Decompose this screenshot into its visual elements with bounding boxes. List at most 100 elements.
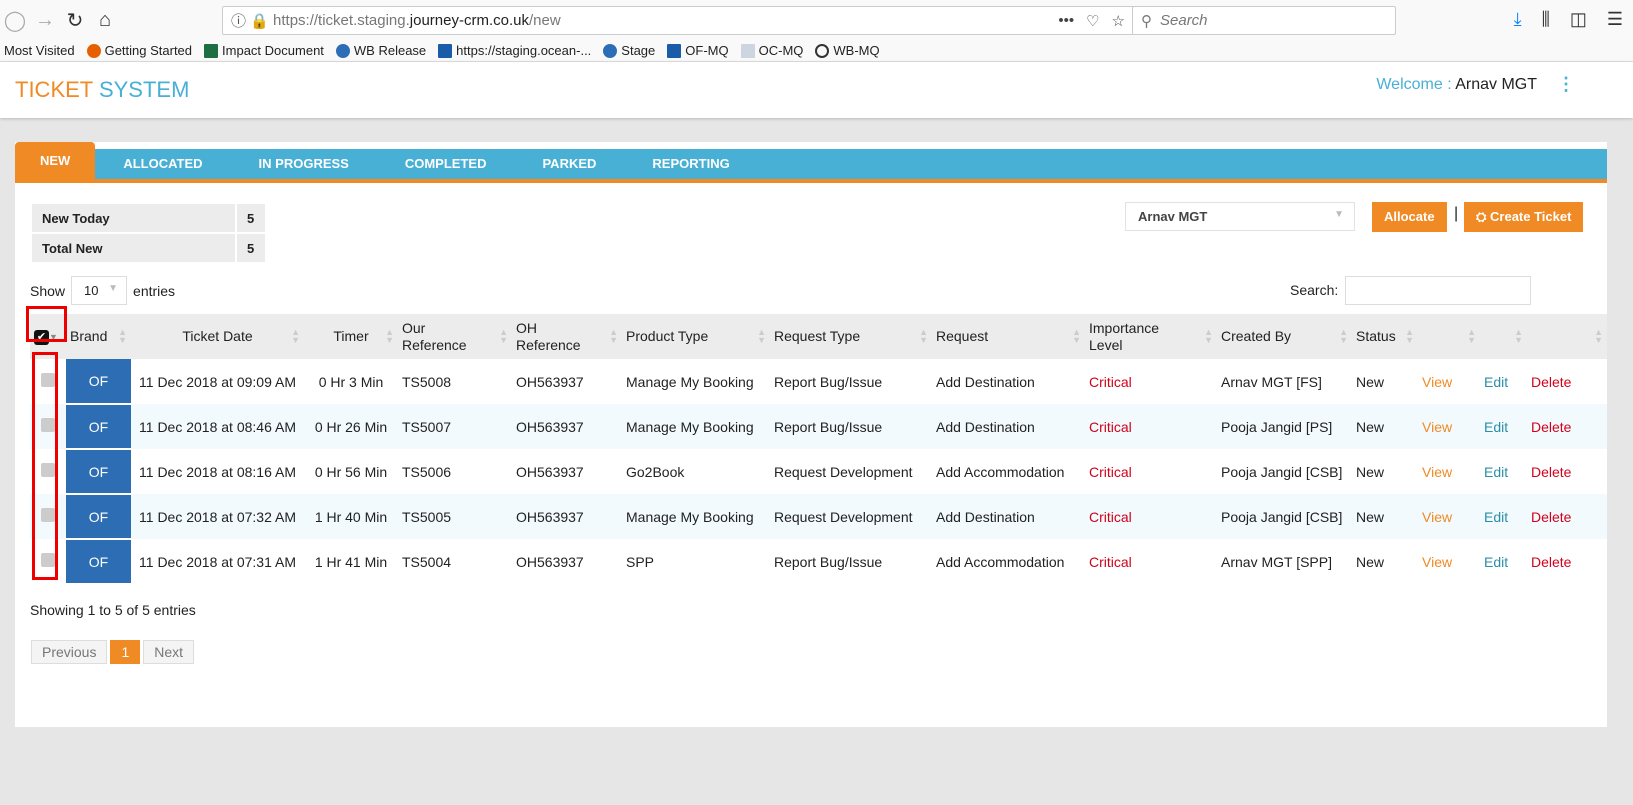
menu-icon[interactable]: ☰ bbox=[1607, 9, 1623, 30]
edit-link[interactable]: Edit bbox=[1480, 404, 1527, 449]
forward-icon[interactable]: → bbox=[30, 9, 60, 32]
kebab-menu-icon[interactable]: ⋮ bbox=[1557, 74, 1575, 95]
sort-icon: ▲ ▼ bbox=[757, 327, 766, 345]
back-icon[interactable]: ◯ bbox=[0, 8, 30, 33]
col-request[interactable]: Request ▲ ▼ bbox=[932, 314, 1085, 359]
edit-link[interactable]: Edit bbox=[1480, 449, 1527, 494]
bookmark[interactable]: OC-MQ bbox=[740, 43, 803, 58]
view-link[interactable]: View bbox=[1418, 359, 1480, 404]
edit-link[interactable]: Edit bbox=[1480, 494, 1527, 539]
allocate-button[interactable]: Allocate bbox=[1372, 202, 1447, 232]
delete-link[interactable]: Delete bbox=[1527, 494, 1607, 539]
sidebar-icon[interactable]: ◫ bbox=[1570, 9, 1587, 30]
col-product-type[interactable]: Product Type ▲ ▼ bbox=[622, 314, 770, 359]
our-reference: TS5004 bbox=[402, 553, 452, 570]
view-link[interactable]: View bbox=[1418, 404, 1480, 449]
col-brand[interactable]: Brand ▲ ▼ bbox=[66, 314, 131, 359]
col-label: Product Type bbox=[626, 328, 709, 344]
col-created-by[interactable]: Created By ▲ ▼ bbox=[1217, 314, 1352, 359]
col-timer[interactable]: Timer ▲ ▼ bbox=[304, 314, 398, 359]
oh-reference: OH563937 bbox=[512, 404, 622, 449]
bookmark[interactable]: Stage bbox=[603, 43, 655, 58]
request: Add Accommodation bbox=[936, 463, 1065, 480]
timer: 1 Hr 40 Min bbox=[304, 494, 398, 539]
view-link[interactable]: View bbox=[1418, 539, 1480, 584]
col-oh-reference[interactable]: OH Reference ▲ ▼ bbox=[512, 314, 622, 359]
importance: Critical bbox=[1089, 553, 1132, 570]
view-link[interactable]: View bbox=[1418, 449, 1480, 494]
status: New bbox=[1352, 494, 1418, 539]
col-ticket-date[interactable]: Ticket Date ▲ ▼ bbox=[131, 314, 304, 359]
info-icon[interactable]: ⓘ bbox=[231, 10, 250, 31]
bookmark[interactable]: Impact Document bbox=[204, 43, 324, 58]
create-ticket-label: Create Ticket bbox=[1490, 209, 1572, 224]
logo[interactable]: TICKET SYSTEM bbox=[15, 77, 189, 103]
tab-completed[interactable]: COMPLETED bbox=[377, 149, 515, 179]
tab-new[interactable]: NEW bbox=[15, 142, 96, 179]
globe-icon bbox=[815, 43, 830, 58]
timer: 1 Hr 41 Min bbox=[314, 553, 388, 570]
create-ticket-button[interactable]: ⛭ Create Ticket bbox=[1464, 202, 1584, 232]
oh-reference: OH563937 bbox=[516, 553, 584, 570]
col-request-type[interactable]: Request Type ▲ ▼ bbox=[770, 314, 932, 359]
highlight-row-checkboxes bbox=[32, 352, 58, 580]
edit-link[interactable]: Edit bbox=[1480, 539, 1527, 584]
tab-reporting[interactable]: REPORTING bbox=[624, 149, 757, 179]
next-button[interactable]: Next bbox=[143, 640, 195, 664]
star-icon[interactable]: ☆ bbox=[1112, 12, 1125, 30]
sort-icon: ▲ ▼ bbox=[609, 327, 618, 345]
table-search-input[interactable] bbox=[1345, 276, 1531, 305]
oh-reference: OH563937 bbox=[516, 373, 584, 390]
reload-icon[interactable]: ↻ bbox=[60, 8, 90, 33]
bookmark[interactable]: WB Release bbox=[335, 43, 427, 58]
page-length-select[interactable]: 10 ▼ bbox=[71, 276, 128, 305]
home-icon[interactable]: ⌂ bbox=[90, 9, 120, 32]
sort-icon: ▲ ▼ bbox=[499, 327, 508, 345]
tab-allocated[interactable]: ALLOCATED bbox=[95, 149, 230, 179]
col-our-reference[interactable]: Our Reference ▲ ▼ bbox=[398, 314, 512, 359]
bookmark-label: Stage bbox=[621, 43, 656, 58]
bookmark[interactable]: WB-MQ bbox=[815, 43, 880, 58]
assignee-select[interactable]: Arnav MGT ▼ bbox=[1125, 202, 1355, 231]
sort-icon: ▲ ▼ bbox=[385, 327, 394, 345]
tab-parked[interactable]: PARKED bbox=[514, 149, 624, 179]
delete-link[interactable]: Delete bbox=[1527, 539, 1607, 584]
view-link[interactable]: View bbox=[1418, 494, 1480, 539]
url-domain: journey-crm.co.uk bbox=[409, 12, 529, 29]
brand: OF bbox=[66, 449, 131, 495]
url-path: /new bbox=[528, 12, 561, 29]
created-by: Pooja Jangid [CSB] bbox=[1221, 463, 1343, 480]
logo-text: SYSTEM bbox=[98, 77, 190, 102]
browser-search[interactable]: ⚲ Search bbox=[1132, 6, 1396, 35]
delete-link[interactable]: Delete bbox=[1527, 449, 1607, 494]
download-icon[interactable]: ⤓ bbox=[1514, 9, 1522, 30]
bookmark[interactable]: https://staging.ocean-... bbox=[438, 43, 591, 58]
sort-icon: ▲ ▼ bbox=[1339, 327, 1348, 345]
col-status[interactable]: Status ▲ ▼ bbox=[1352, 314, 1418, 359]
page-button[interactable]: 1 bbox=[110, 640, 141, 664]
library-icon[interactable]: ⫼ bbox=[1542, 9, 1550, 30]
previous-button[interactable]: Previous bbox=[31, 640, 108, 664]
bookmark-label: Most Visited bbox=[4, 43, 75, 58]
bookmark[interactable]: Most Visited bbox=[4, 43, 75, 58]
bookmark[interactable]: OF-MQ bbox=[667, 43, 729, 58]
bookmark-label: Getting Started bbox=[104, 43, 193, 58]
delete-link[interactable]: Delete bbox=[1527, 404, 1607, 449]
document-icon bbox=[740, 43, 755, 58]
delete-link[interactable]: Delete bbox=[1527, 359, 1607, 404]
user-name: Arnav MGT bbox=[1455, 76, 1537, 93]
col-importance[interactable]: Importance Level ▲ ▼ bbox=[1085, 314, 1217, 359]
url-bar[interactable]: ⓘ 🔒 https://ticket.staging. journey-crm.c… bbox=[222, 6, 1134, 35]
brand: OF bbox=[66, 539, 131, 585]
bookmark-label: WB Release bbox=[353, 43, 427, 58]
pocket-icon[interactable]: ♡ bbox=[1086, 12, 1099, 30]
more-icon[interactable]: ••• bbox=[1058, 12, 1074, 30]
sort-icon: ▲ ▼ bbox=[291, 327, 300, 345]
our-reference: TS5007 bbox=[398, 404, 512, 449]
tab-in-progress[interactable]: IN PROGRESS bbox=[231, 149, 377, 179]
search-placeholder: Search bbox=[1160, 12, 1208, 29]
separator: | bbox=[1454, 205, 1459, 222]
status: New bbox=[1352, 404, 1418, 449]
bookmark[interactable]: Getting Started bbox=[86, 43, 193, 58]
edit-link[interactable]: Edit bbox=[1480, 359, 1527, 404]
